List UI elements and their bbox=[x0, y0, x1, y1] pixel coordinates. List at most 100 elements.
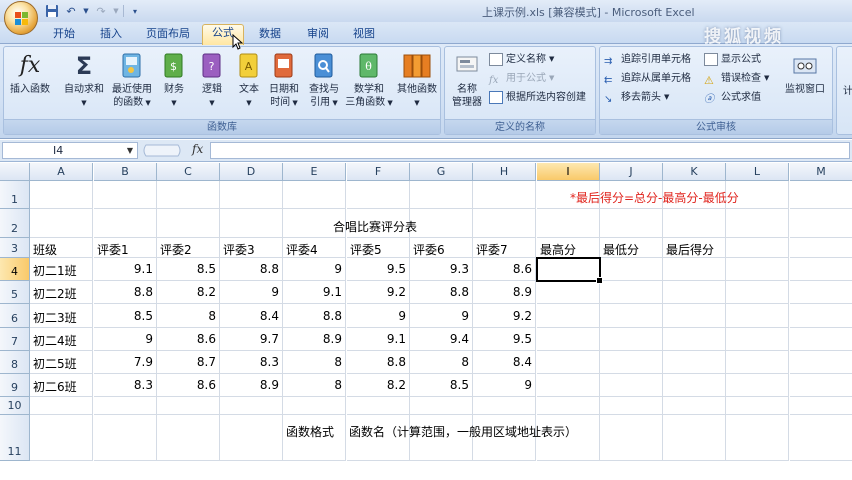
column-header-j[interactable]: J bbox=[600, 163, 663, 181]
cell-j6[interactable] bbox=[600, 304, 663, 328]
redo-icon[interactable]: ↷ bbox=[93, 4, 109, 19]
redo-dropdown-icon[interactable]: ▼ bbox=[112, 4, 120, 19]
cell-l6[interactable] bbox=[726, 304, 789, 328]
cell-l9[interactable] bbox=[726, 374, 789, 397]
cell-m5[interactable] bbox=[790, 281, 852, 304]
cell-l5[interactable] bbox=[726, 281, 789, 304]
cell-e10[interactable] bbox=[283, 397, 346, 415]
row-header-2[interactable]: 2 bbox=[0, 209, 30, 238]
cell-m7[interactable] bbox=[790, 328, 852, 351]
formula-input[interactable] bbox=[210, 142, 850, 159]
cell-m2[interactable] bbox=[790, 209, 852, 238]
column-header-g[interactable]: G bbox=[410, 163, 473, 181]
cell-k7[interactable] bbox=[663, 328, 726, 351]
row-header-10[interactable]: 10 bbox=[0, 397, 30, 415]
trace-precedents-button[interactable]: ⇉ 追踪引用单元格 bbox=[604, 51, 691, 68]
cell-i2[interactable] bbox=[537, 209, 600, 238]
trace-dependents-button[interactable]: ⇇ 追踪从属单元格 bbox=[604, 70, 691, 87]
remove-arrows-button[interactable]: ↘ 移去箭头 ▼ bbox=[604, 89, 669, 106]
tab-page-layout[interactable]: 页面布局 bbox=[140, 26, 196, 44]
cell-i5[interactable] bbox=[537, 281, 600, 304]
cell-k11[interactable] bbox=[663, 415, 726, 461]
tab-insert[interactable]: 插入 bbox=[95, 26, 127, 44]
cell-j2[interactable] bbox=[600, 209, 663, 238]
cell-l4[interactable] bbox=[726, 258, 789, 281]
cell-l2[interactable] bbox=[726, 209, 789, 238]
row-header-9[interactable]: 9 bbox=[0, 374, 30, 397]
cell-d11[interactable] bbox=[220, 415, 283, 461]
cell-m1[interactable] bbox=[790, 181, 852, 209]
cell-e1[interactable] bbox=[283, 181, 346, 209]
cell-l10[interactable] bbox=[726, 397, 789, 415]
row-header-6[interactable]: 6 bbox=[0, 304, 30, 328]
watch-window-button[interactable]: 监视窗口 bbox=[780, 51, 830, 96]
cell-h10[interactable] bbox=[473, 397, 536, 415]
customize-qat-icon[interactable]: ▾ bbox=[127, 4, 143, 19]
calculation-options-button[interactable]: 计 bbox=[839, 85, 852, 98]
define-name-button[interactable]: 定义名称 ▼ bbox=[489, 51, 554, 68]
cell-k8[interactable] bbox=[663, 351, 726, 374]
cell-c11[interactable] bbox=[157, 415, 220, 461]
select-all-corner[interactable] bbox=[0, 163, 30, 181]
cell-g10[interactable] bbox=[410, 397, 473, 415]
cell-j4[interactable] bbox=[600, 258, 663, 281]
cell-j8[interactable] bbox=[600, 351, 663, 374]
row-header-11[interactable]: 11 bbox=[0, 415, 30, 461]
cell-k10[interactable] bbox=[663, 397, 726, 415]
logical-button[interactable]: ? 逻辑 ▼ bbox=[194, 51, 230, 110]
cell-i9[interactable] bbox=[537, 374, 600, 397]
cell-f1[interactable] bbox=[347, 181, 410, 209]
cell-k2[interactable] bbox=[663, 209, 726, 238]
cell-h2[interactable] bbox=[473, 209, 536, 238]
column-header-h[interactable]: H bbox=[473, 163, 536, 181]
row-header-1[interactable]: 1 bbox=[0, 181, 30, 209]
cell-d1[interactable] bbox=[220, 181, 283, 209]
cell-j7[interactable] bbox=[600, 328, 663, 351]
column-header-f[interactable]: F bbox=[347, 163, 410, 181]
column-header-i[interactable]: I bbox=[537, 163, 600, 181]
cell-g1[interactable] bbox=[410, 181, 473, 209]
spreadsheet-grid[interactable]: A B C D E F G H I J K L M 1 2 3 4 5 6 7 8 9 10 11 *最后得分=总分-最高分-最… bbox=[0, 163, 852, 480]
cell-a10[interactable] bbox=[30, 397, 93, 415]
cell-m3[interactable] bbox=[790, 238, 852, 258]
cell-b1[interactable] bbox=[94, 181, 157, 209]
more-functions-button[interactable]: 其他函数 ▼ bbox=[394, 51, 440, 110]
cell-m4[interactable] bbox=[790, 258, 852, 281]
row-header-8[interactable]: 8 bbox=[0, 351, 30, 374]
cell-m6[interactable] bbox=[790, 304, 852, 328]
cell-f10[interactable] bbox=[347, 397, 410, 415]
undo-icon[interactable]: ↶ bbox=[63, 4, 79, 19]
undo-dropdown-icon[interactable]: ▼ bbox=[82, 4, 90, 19]
cell-i6[interactable] bbox=[537, 304, 600, 328]
cell-c2[interactable] bbox=[157, 209, 220, 238]
cell-m10[interactable] bbox=[790, 397, 852, 415]
insert-function-fx-icon[interactable]: fx bbox=[192, 142, 203, 156]
autosum-button[interactable]: Σ 自动求和 ▼ bbox=[61, 51, 107, 110]
cell-b11[interactable] bbox=[94, 415, 157, 461]
tab-view[interactable]: 视图 bbox=[348, 26, 380, 44]
active-cell-selection[interactable] bbox=[536, 257, 603, 284]
create-from-selection-button[interactable]: 根据所选内容创建 bbox=[489, 89, 586, 106]
column-header-k[interactable]: K bbox=[663, 163, 726, 181]
cell-k6[interactable] bbox=[663, 304, 726, 328]
tab-review[interactable]: 审阅 bbox=[302, 26, 334, 44]
cell-l11[interactable] bbox=[726, 415, 789, 461]
name-manager-button[interactable]: 名称 管理器 bbox=[447, 51, 487, 109]
show-formulas-button[interactable]: 显示公式 bbox=[704, 51, 761, 68]
cell-i10[interactable] bbox=[537, 397, 600, 415]
cell-k9[interactable] bbox=[663, 374, 726, 397]
cell-m9[interactable] bbox=[790, 374, 852, 397]
column-header-b[interactable]: B bbox=[94, 163, 157, 181]
cell-c1[interactable] bbox=[157, 181, 220, 209]
tab-data[interactable]: 数据 bbox=[254, 26, 286, 44]
cell-a11[interactable] bbox=[30, 415, 93, 461]
column-header-a[interactable]: A bbox=[30, 163, 93, 181]
cell-h1[interactable] bbox=[473, 181, 536, 209]
tab-home[interactable]: 开始 bbox=[48, 26, 80, 44]
save-icon[interactable] bbox=[44, 4, 60, 19]
row-header-7[interactable]: 7 bbox=[0, 328, 30, 351]
lookup-reference-button[interactable]: 查找与 引用 ▼ bbox=[304, 51, 344, 110]
text-button[interactable]: A 文本 ▼ bbox=[232, 51, 266, 110]
cell-a2[interactable] bbox=[30, 209, 93, 238]
date-time-button[interactable]: 日期和 时间 ▼ bbox=[266, 51, 302, 110]
